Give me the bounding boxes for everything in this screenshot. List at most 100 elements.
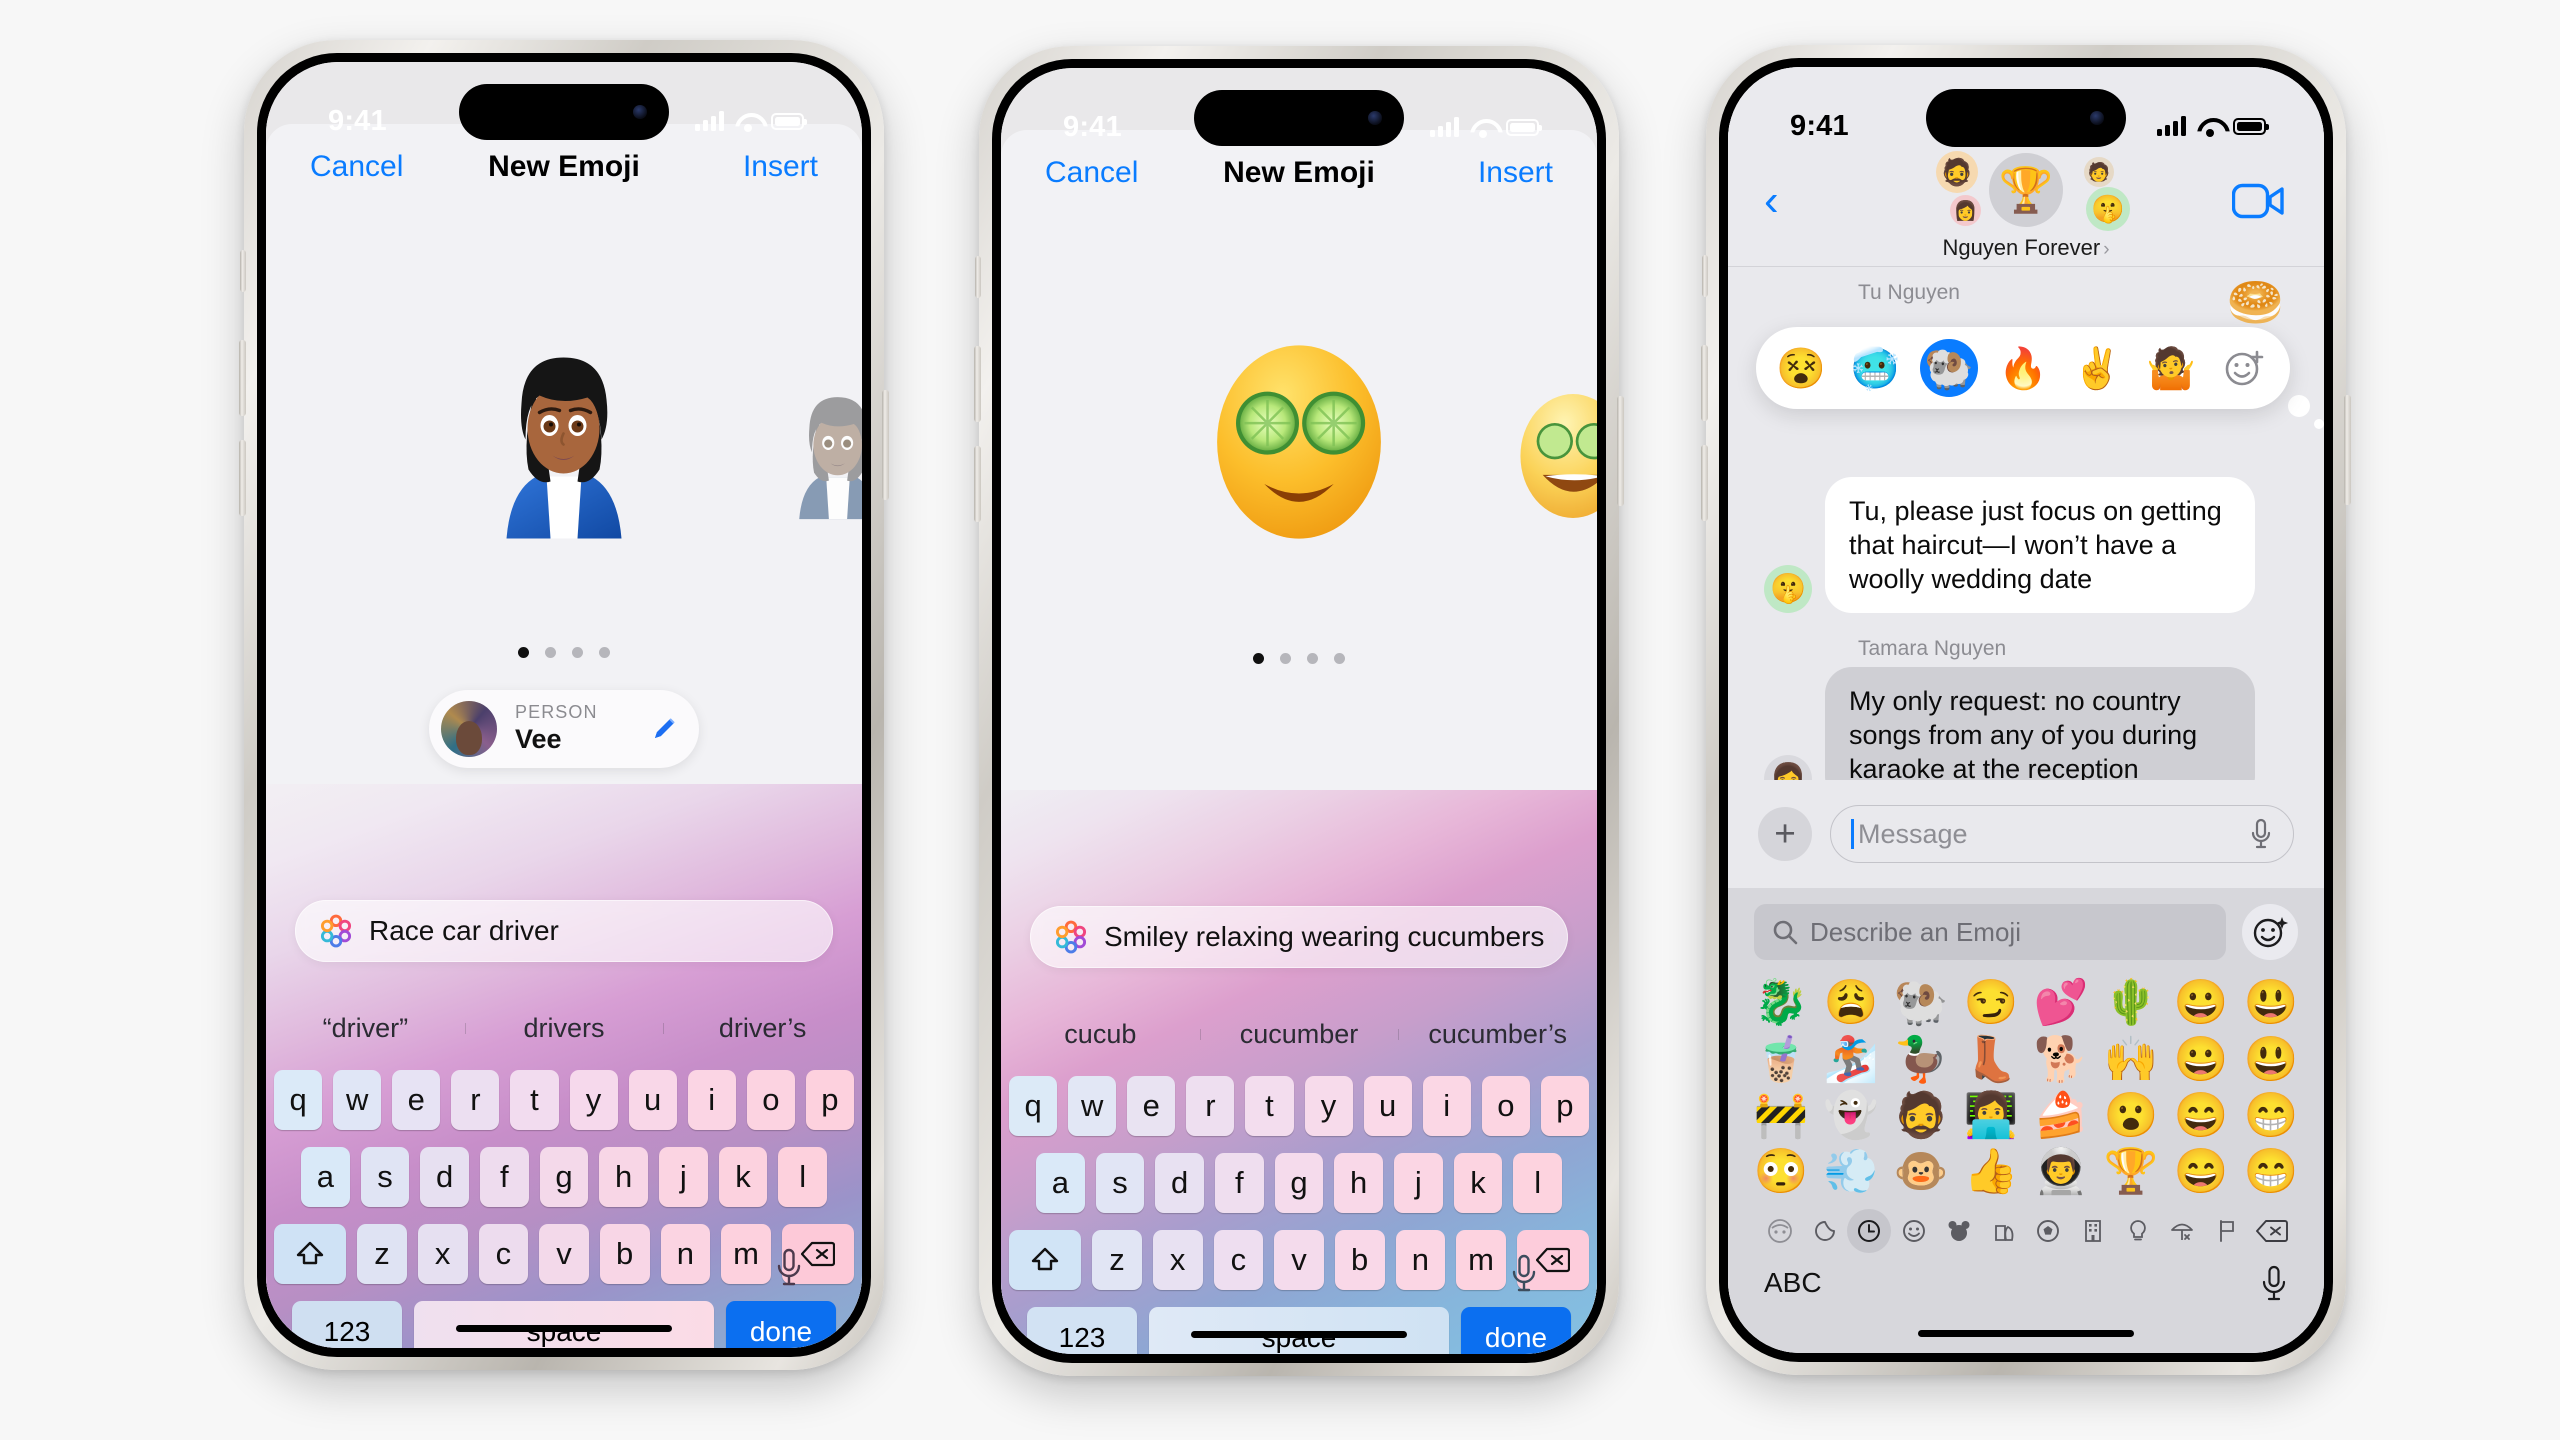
- group-name[interactable]: Nguyen Forever ›: [1916, 235, 2136, 261]
- predictive-suggestion-3[interactable]: cucumber’s: [1398, 1019, 1597, 1050]
- message-input[interactable]: Message: [1830, 805, 2294, 864]
- key-v[interactable]: v: [1274, 1230, 1324, 1290]
- emoji-item[interactable]: 💨: [1816, 1147, 1886, 1197]
- cancel-button[interactable]: Cancel: [1045, 156, 1138, 190]
- key-s[interactable]: s: [1095, 1153, 1145, 1213]
- emoji-item[interactable]: 😀: [2166, 978, 2236, 1028]
- emoji-item[interactable]: 😀: [2166, 1035, 2236, 1085]
- key-d[interactable]: d: [420, 1147, 469, 1207]
- key-u[interactable]: u: [628, 1070, 677, 1130]
- message-bubble[interactable]: My only request: no country songs from a…: [1825, 667, 2255, 781]
- numbers-key[interactable]: 123: [292, 1301, 402, 1348]
- flags-icon[interactable]: [2205, 1209, 2249, 1253]
- emoji-item[interactable]: 👍: [1956, 1147, 2026, 1197]
- tapback-option-1[interactable]: 🥶: [1846, 339, 1904, 397]
- key-t[interactable]: t: [510, 1070, 559, 1130]
- microphone-icon[interactable]: [774, 1248, 804, 1286]
- genmoji-preview-main[interactable]: [1199, 337, 1399, 547]
- predictive-suggestion-1[interactable]: cucub: [1001, 1019, 1200, 1050]
- done-key[interactable]: done: [726, 1301, 836, 1348]
- shift-icon[interactable]: [1009, 1230, 1082, 1290]
- home-indicator[interactable]: [1918, 1330, 2134, 1337]
- tapback-option-2-selected[interactable]: 🐏: [1920, 339, 1978, 397]
- delete-backspace-icon[interactable]: [2250, 1209, 2294, 1253]
- done-key[interactable]: done: [1461, 1307, 1571, 1354]
- key-h[interactable]: h: [599, 1147, 649, 1207]
- key-j[interactable]: j: [1394, 1153, 1443, 1213]
- symbols-icon[interactable]: [2160, 1209, 2204, 1253]
- emoji-item[interactable]: 😩: [1816, 978, 1886, 1028]
- key-k[interactable]: k: [718, 1147, 768, 1207]
- tapback-option-3[interactable]: 🔥: [1994, 339, 2052, 397]
- person-card[interactable]: PERSON Vee: [429, 690, 699, 768]
- key-i[interactable]: i: [687, 1070, 736, 1130]
- key-q[interactable]: q: [1009, 1076, 1058, 1136]
- predictive-suggestion-2[interactable]: drivers: [464, 1013, 664, 1044]
- message-list[interactable]: Tu Nguyen 🥯 😵 🥶 🐏 🔥 ✌️ 🤷 🤫 Tu, please ju…: [1728, 267, 2324, 781]
- emoji-item[interactable]: 🐏: [1886, 978, 1956, 1028]
- emoji-search-input[interactable]: Describe an Emoji: [1754, 904, 2226, 961]
- key-z[interactable]: z: [1092, 1230, 1142, 1290]
- genmoji-face-sparkle-icon[interactable]: [2242, 904, 2298, 961]
- emoji-item[interactable]: 🏆: [2096, 1147, 2166, 1197]
- phone3-volume-up[interactable]: [1701, 345, 1708, 421]
- microphone-icon[interactable]: [2260, 1265, 2288, 1301]
- key-c[interactable]: c: [1213, 1230, 1264, 1290]
- animals-icon[interactable]: [1937, 1209, 1981, 1253]
- emoji-item[interactable]: 😁: [2236, 1091, 2306, 1141]
- key-s[interactable]: s: [360, 1147, 410, 1207]
- emoji-item[interactable]: 👻: [1816, 1091, 1886, 1141]
- pencil-icon[interactable]: [649, 714, 679, 744]
- key-g[interactable]: g: [1274, 1153, 1324, 1213]
- emoji-item[interactable]: 🙌: [2096, 1035, 2166, 1085]
- objects-icon[interactable]: [2116, 1209, 2160, 1253]
- tapback-option-0[interactable]: 😵: [1772, 339, 1830, 397]
- emoji-item[interactable]: 👢: [1956, 1035, 2026, 1085]
- key-b[interactable]: b: [599, 1224, 650, 1284]
- emoji-item[interactable]: 👨‍🚀: [2026, 1147, 2096, 1197]
- key-f[interactable]: f: [1215, 1153, 1264, 1213]
- predictive-suggestion-2[interactable]: cucumber: [1199, 1019, 1399, 1050]
- key-o[interactable]: o: [746, 1070, 795, 1130]
- emoji-item[interactable]: 😃: [2236, 1035, 2306, 1085]
- home-indicator[interactable]: [456, 1325, 672, 1332]
- phone3-volume-down[interactable]: [1701, 445, 1708, 521]
- key-l[interactable]: l: [778, 1147, 828, 1207]
- key-r[interactable]: r: [1186, 1076, 1235, 1136]
- key-g[interactable]: g: [539, 1147, 589, 1207]
- travel-icon[interactable]: [2071, 1209, 2115, 1253]
- numbers-key[interactable]: 123: [1027, 1307, 1137, 1354]
- phone3-silent-switch[interactable]: [1702, 255, 1708, 297]
- key-x[interactable]: x: [1152, 1230, 1203, 1290]
- food-icon[interactable]: [1982, 1209, 2026, 1253]
- page-dot[interactable]: [572, 647, 583, 658]
- key-z[interactable]: z: [357, 1224, 407, 1284]
- emoji-item[interactable]: 😁: [2236, 1147, 2306, 1197]
- emoji-item[interactable]: 🧔: [1886, 1091, 1956, 1141]
- phone1-preview-carousel[interactable]: [266, 210, 862, 680]
- tapback-reaction-bar[interactable]: 😵 🥶 🐏 🔥 ✌️ 🤷: [1756, 327, 2290, 409]
- page-dot[interactable]: [599, 647, 610, 658]
- key-i[interactable]: i: [1422, 1076, 1471, 1136]
- key-p[interactable]: p: [1540, 1076, 1589, 1136]
- key-f[interactable]: f: [480, 1147, 529, 1207]
- emoji-item[interactable]: 🚧: [1746, 1091, 1816, 1141]
- key-b[interactable]: b: [1334, 1230, 1385, 1290]
- emoji-item[interactable]: 🐵: [1886, 1147, 1956, 1197]
- key-j[interactable]: j: [659, 1147, 708, 1207]
- emoji-item[interactable]: 🧋: [1746, 1035, 1816, 1085]
- key-r[interactable]: r: [451, 1070, 500, 1130]
- memoji-icon[interactable]: [1758, 1209, 1802, 1253]
- key-e[interactable]: e: [392, 1070, 441, 1130]
- phone3-power-button[interactable]: [2344, 395, 2351, 505]
- key-x[interactable]: x: [417, 1224, 468, 1284]
- add-reaction-icon[interactable]: [2216, 339, 2274, 397]
- clock-recents-icon[interactable]: [1847, 1209, 1892, 1253]
- insert-button[interactable]: Insert: [1478, 156, 1553, 190]
- emoji-item[interactable]: 🐉: [1746, 978, 1816, 1028]
- group-chat-identity[interactable]: 🧔 👩 🏆 🧑 🤫 Nguyen Forever ›: [1916, 151, 2136, 261]
- key-d[interactable]: d: [1155, 1153, 1204, 1213]
- message-row[interactable]: 👩 My only request: no country songs from…: [1728, 667, 2324, 781]
- emoji-item[interactable]: 😏: [1956, 978, 2026, 1028]
- page-dot[interactable]: [1334, 653, 1345, 664]
